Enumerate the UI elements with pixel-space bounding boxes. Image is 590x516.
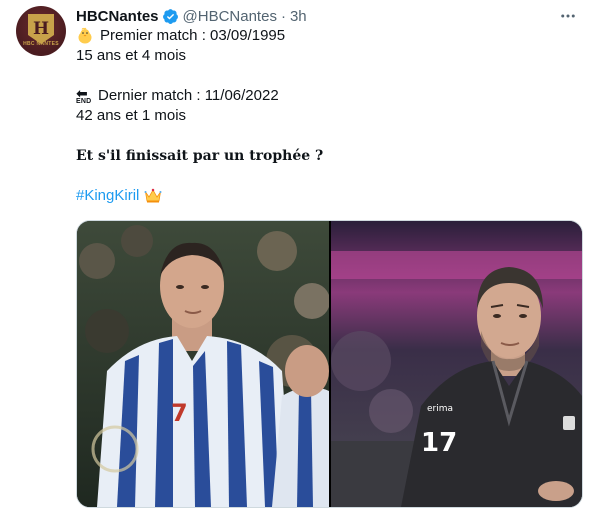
photo-right-veteran-player[interactable]: 17 erima: [331, 221, 582, 507]
hbc-nantes-logo: H: [28, 14, 54, 44]
first-match-line: Premier match : 03/09/1995: [76, 26, 576, 46]
timestamp[interactable]: 3h: [290, 8, 307, 25]
author-name[interactable]: HBCNantes: [76, 8, 159, 25]
photo-left-young-player[interactable]: 7: [77, 221, 329, 507]
logo-letter: H: [32, 19, 50, 39]
logo-text: HBC NANTES: [23, 41, 59, 47]
question-line: Et s'il finissait par un trophée ?: [76, 148, 324, 164]
last-match-line: ⬅ END Dernier match : 11/06/2022: [76, 86, 576, 106]
baby-chick-icon: [78, 27, 92, 44]
hashtag-line: #KingKiril: [76, 186, 576, 206]
crown-icon: [144, 188, 162, 203]
last-age-line: 42 ans et 1 mois: [76, 107, 187, 124]
tweet-text: Premier match : 03/09/1995 15 ans et 4 m…: [76, 26, 576, 206]
hashtag-link[interactable]: #KingKiril: [76, 186, 139, 206]
avatar[interactable]: H HBC NANTES: [16, 6, 66, 56]
left-jersey-number: 7: [171, 399, 188, 427]
right-jersey-number: 17: [421, 428, 457, 458]
media-grid[interactable]: 7 17 erima: [76, 220, 583, 508]
tweet-header: HBCNantes @HBCNantes · 3h: [76, 6, 307, 26]
separator-dot: ·: [280, 7, 286, 25]
more-options-icon[interactable]: [558, 6, 578, 26]
first-match-text: Premier match : 03/09/1995: [100, 27, 286, 44]
tweet[interactable]: H HBC NANTES HBCNantes @HBCNantes · 3h P…: [0, 0, 590, 516]
brand-logo-text: erima: [427, 404, 453, 414]
author-handle[interactable]: @HBCNantes: [183, 8, 277, 25]
last-match-text: Dernier match : 11/06/2022: [98, 87, 279, 104]
verified-badge-icon: [162, 8, 178, 24]
first-age-line: 15 ans et 4 mois: [76, 47, 187, 64]
end-arrow-icon: ⬅ END: [76, 84, 92, 105]
